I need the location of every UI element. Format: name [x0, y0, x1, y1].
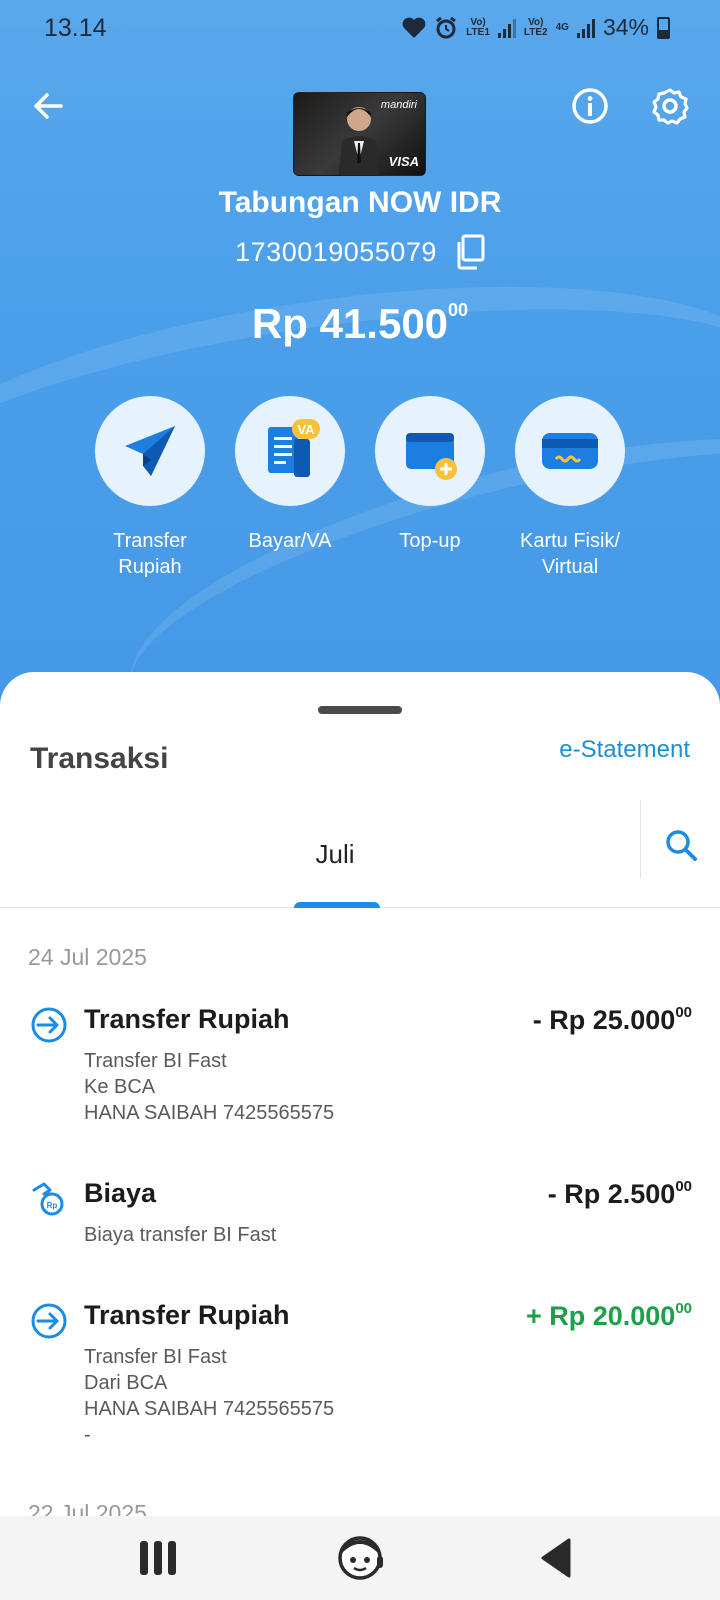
va-badge: VA: [297, 422, 315, 437]
transaction-amount: - Rp 2.50000: [547, 1178, 692, 1209]
action-top-up[interactable]: Top-up: [360, 396, 500, 580]
transaction-amount: + Rp 20.00000: [525, 1300, 692, 1331]
sheet-drag-handle[interactable]: [318, 706, 402, 714]
battery-percent: 34%: [602, 14, 649, 40]
system-nav-bar: [0, 1516, 720, 1600]
status-bar: 13.14 Vo) LTE1 Vo) LTE2 4G 34%: [0, 0, 720, 56]
network-label: 4G: [555, 21, 569, 33]
account-header: 13.14 Vo) LTE1 Vo) LTE2 4G 34% mandiri VIS…: [0, 0, 720, 720]
transaction-detail: HANA SAIBAH 7425565575: [84, 1398, 335, 1420]
transactions-title: Transaksi: [30, 742, 169, 775]
info-button[interactable]: [566, 82, 614, 130]
settings-button[interactable]: [646, 82, 694, 130]
back-triangle-icon: [541, 1538, 571, 1578]
back-button[interactable]: [24, 82, 72, 130]
recent-apps-icon: [140, 1541, 176, 1575]
transaction-detail: Transfer BI Fast: [84, 1346, 227, 1368]
transaction-detail: -: [84, 1424, 91, 1446]
paper-plane-icon: [125, 426, 175, 476]
gear-icon: [652, 88, 689, 125]
copy-icon[interactable]: [453, 234, 485, 270]
sim1-label: Vo) LTE1: [466, 16, 490, 38]
transaction-detail: Dari BCA: [84, 1372, 168, 1394]
transaction-item[interactable]: Transfer Rupiah Transfer BI Fast Dari BC…: [0, 1300, 720, 1450]
action-bayar-va[interactable]: VA Bayar/VA: [220, 396, 360, 580]
account-balance: Rp 41.50000: [0, 300, 720, 348]
status-time: 13.14: [44, 14, 107, 42]
recent-apps-button[interactable]: [128, 1534, 188, 1582]
action-circle[interactable]: [515, 396, 625, 506]
arrow-left-icon: [34, 93, 63, 119]
transaction-amount: - Rp 25.00000: [532, 1004, 692, 1035]
fee-icon: Rp: [32, 1182, 64, 1216]
divider: [640, 800, 641, 878]
date-header: 24 Jul 2025: [28, 944, 147, 970]
action-label: Bayar/VA: [248, 530, 332, 552]
transaction-title: Biaya: [84, 1178, 157, 1208]
account-number: 1730019055079: [235, 236, 437, 267]
transfer-icon: [31, 1007, 67, 1043]
month-tabs: Juli: [0, 800, 720, 908]
action-circle[interactable]: [95, 396, 205, 506]
transaction-detail: Ke BCA: [84, 1076, 156, 1098]
tab-month-juli[interactable]: Juli: [240, 800, 430, 908]
svg-text:Rp: Rp: [47, 1201, 58, 1210]
info-icon: [572, 88, 608, 124]
transaction-detail: Transfer BI Fast: [84, 1050, 227, 1072]
account-name: Tabungan NOW IDR: [218, 186, 502, 219]
wallet-plus-icon: [406, 433, 457, 480]
sim2-label: Vo) LTE2: [523, 16, 548, 38]
transaction-title: Transfer Rupiah: [84, 1300, 290, 1330]
card-thumbnail[interactable]: mandiri VISA: [293, 92, 426, 176]
transfer-icon: [31, 1303, 67, 1339]
balance-amount: Rp 41.500: [251, 300, 449, 347]
alarm-icon: [436, 16, 457, 38]
transaction-item[interactable]: Transfer Rupiah Transfer BI Fast Ke BCA …: [0, 1004, 720, 1134]
heart-icon: [402, 17, 426, 38]
back-nav-button[interactable]: [526, 1534, 586, 1582]
battery-icon: [657, 16, 670, 39]
status-icons: Vo) LTE1 Vo) LTE2 4G 34%: [402, 14, 670, 41]
action-transfer-rupiah[interactable]: Transfer Rupiah: [80, 396, 220, 580]
transaction-item[interactable]: Rp Biaya Biaya transfer BI Fast - Rp 2.5…: [0, 1178, 720, 1248]
search-button[interactable]: [656, 820, 706, 870]
e-statement-link[interactable]: e-Statement: [559, 736, 690, 764]
card-brand: mandiri: [380, 99, 417, 111]
home-button[interactable]: [330, 1534, 390, 1582]
action-label: Transfer Rupiah: [113, 530, 187, 578]
quick-actions: Transfer Rupiah VA Bayar/VA Top-up Kartu…: [80, 396, 640, 580]
action-kartu-fisik-virtual[interactable]: Kartu Fisik/ Virtual: [500, 396, 640, 580]
active-tab-indicator: [294, 902, 380, 908]
transaction-title: Transfer Rupiah: [84, 1004, 290, 1034]
balance-cents: 00: [448, 300, 469, 320]
transaction-detail: HANA SAIBAH 7425565575: [84, 1102, 335, 1124]
transactions-sheet: Transaksi e-Statement Juli 24 Jul 2025 T…: [0, 672, 720, 1526]
action-circle[interactable]: VA: [235, 396, 345, 506]
assistant-icon: [338, 1536, 383, 1580]
card-photo: [338, 107, 380, 175]
search-icon: [666, 830, 697, 861]
signal-icon: [497, 18, 516, 38]
action-label: Top-up: [399, 530, 461, 552]
signal-icon: [576, 18, 595, 38]
card-network: VISA: [388, 154, 419, 169]
action-circle[interactable]: [375, 396, 485, 506]
account-number-row: 1730019055079: [0, 234, 720, 270]
document-va-icon: VA: [268, 419, 320, 477]
transaction-detail: Biaya transfer BI Fast: [84, 1224, 277, 1246]
card-icon: [542, 433, 598, 469]
action-label: Kartu Fisik/ Virtual: [519, 530, 621, 578]
